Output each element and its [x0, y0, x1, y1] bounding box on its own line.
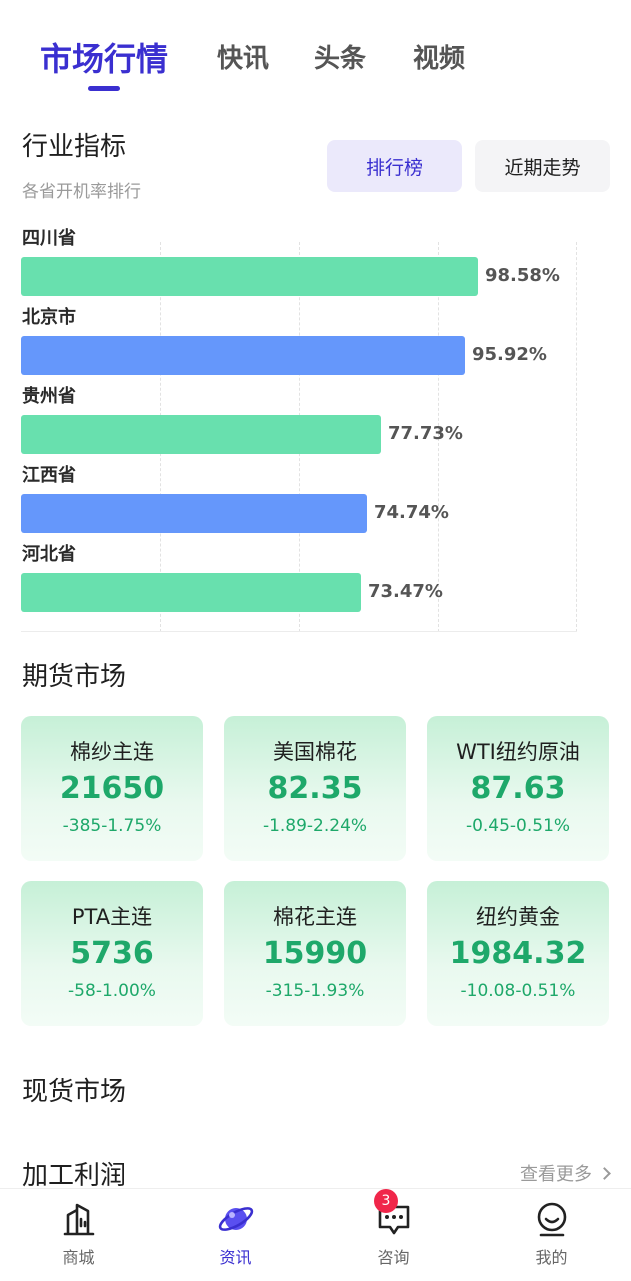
- futures-change: -1.89-2.24%: [262, 816, 368, 836]
- nav-label-mine: 我的: [535, 1248, 568, 1267]
- bar: [21, 494, 367, 533]
- tab-headlines[interactable]: 头条: [314, 38, 366, 75]
- bar-category-label: 四川省: [22, 228, 76, 249]
- nav-label-news: 资讯: [219, 1248, 252, 1267]
- futures-name: 棉纱主连: [70, 740, 154, 764]
- bar-value-label: 77.73%: [388, 423, 463, 444]
- axis-line: [21, 631, 577, 632]
- futures-name: PTA主连: [71, 905, 153, 929]
- view-more-label: 查看更多: [520, 1164, 592, 1185]
- bar: [21, 415, 381, 454]
- tab-video[interactable]: 视频: [413, 38, 465, 75]
- planet-icon: [218, 1207, 253, 1231]
- futures-change: -0.45-0.51%: [465, 816, 571, 836]
- chevron-right-icon: [597, 1167, 611, 1180]
- futures-change: -315-1.93%: [265, 981, 365, 1001]
- futures-price: 5736: [70, 936, 154, 971]
- futures-change: -58-1.00%: [68, 981, 156, 1001]
- active-tab-indicator: [88, 86, 120, 91]
- industry-subtitle: 各省开机率排行: [22, 182, 141, 202]
- futures-change: -385-1.75%: [62, 816, 162, 836]
- processing-section-title: 加工利润: [22, 1161, 127, 1191]
- bar-row: 江西省 74.74%: [21, 457, 577, 537]
- futures-card[interactable]: WTI纽约原油 87.63 -0.45-0.51%: [427, 716, 609, 861]
- futures-card[interactable]: 美国棉花 82.35 -1.89-2.24%: [224, 716, 406, 861]
- rank-toggle-button[interactable]: 排行榜: [327, 140, 462, 192]
- nav-item-mall[interactable]: 商城: [0, 1189, 157, 1281]
- nav-item-news[interactable]: 资讯: [157, 1189, 314, 1281]
- futures-price: 87.63: [470, 771, 566, 806]
- futures-price: 1984.32: [449, 936, 587, 971]
- bar-row: 北京市 95.92%: [21, 299, 577, 379]
- bar-row: 河北省 73.47%: [21, 536, 577, 616]
- trend-toggle-button[interactable]: 近期走势: [475, 140, 610, 192]
- province-rate-bar-chart: 四川省 98.58% 北京市 95.92% 贵州省 77.73% 江西省 74.74% 河北省 7…: [21, 220, 577, 632]
- bar-value-label: 98.58%: [485, 265, 560, 286]
- futures-name: 美国棉花: [273, 740, 357, 764]
- futures-section-title: 期货市场: [22, 662, 127, 692]
- bar-row: 四川省 98.58%: [21, 220, 577, 300]
- nav-label-consult: 咨询: [377, 1248, 410, 1267]
- bottom-nav-bar: 商城 资讯 咨询 我的: [0, 1188, 631, 1281]
- futures-card[interactable]: PTA主连 5736 -58-1.00%: [21, 881, 203, 1026]
- futures-name: 棉花主连: [273, 905, 357, 929]
- spot-section-title: 现货市场: [22, 1077, 127, 1107]
- futures-card[interactable]: 纽约黄金 1984.32 -10.08-0.51%: [427, 881, 609, 1026]
- bar-value-label: 95.92%: [472, 344, 547, 365]
- smiley-face-icon: [537, 1202, 566, 1237]
- futures-price: 82.35: [267, 771, 363, 806]
- bar-category-label: 北京市: [22, 307, 76, 328]
- tab-market[interactable]: 市场行情: [40, 34, 168, 80]
- futures-card[interactable]: 棉纱主连 21650 -385-1.75%: [21, 716, 203, 861]
- futures-name: WTI纽约原油: [456, 740, 580, 764]
- futures-price: 15990: [262, 936, 368, 971]
- view-more-link[interactable]: 查看更多: [520, 1160, 611, 1186]
- bar-value-label: 74.74%: [374, 502, 449, 523]
- futures-change: -10.08-0.51%: [460, 981, 576, 1001]
- bar-category-label: 江西省: [22, 465, 76, 486]
- bar: [21, 257, 478, 296]
- bar-category-label: 河北省: [22, 544, 76, 565]
- building-chart-icon: [63, 1203, 94, 1236]
- tab-flash-news[interactable]: 快讯: [217, 38, 269, 75]
- futures-card[interactable]: 棉花主连 15990 -315-1.93%: [224, 881, 406, 1026]
- bar-row: 贵州省 77.73%: [21, 378, 577, 458]
- futures-name: 纽约黄金: [476, 905, 560, 929]
- futures-price: 21650: [59, 771, 165, 806]
- nav-item-mine[interactable]: 我的: [473, 1189, 630, 1281]
- bar-value-label: 73.47%: [368, 581, 443, 602]
- bar: [21, 336, 465, 375]
- consult-unread-badge: 3: [374, 1189, 398, 1213]
- nav-label-mall: 商城: [62, 1248, 95, 1267]
- bar-category-label: 贵州省: [22, 386, 76, 407]
- industry-section-title: 行业指标: [22, 132, 127, 162]
- bar: [21, 573, 361, 612]
